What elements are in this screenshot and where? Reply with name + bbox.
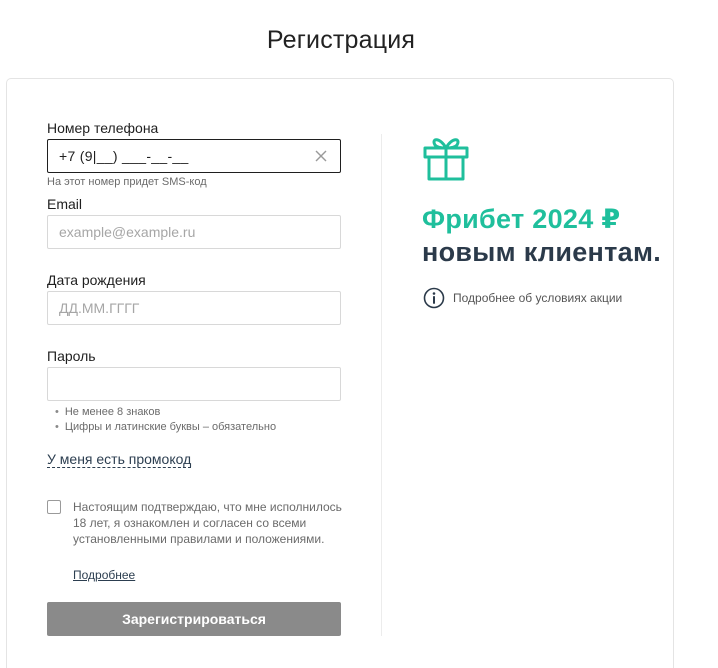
- phone-value: +7 (9|__) ___-__-__: [59, 148, 189, 164]
- phone-input[interactable]: +7 (9|__) ___-__-__: [47, 139, 341, 173]
- close-icon[interactable]: [314, 149, 328, 163]
- registration-page: Регистрация Номер телефона +7 (9|__) ___…: [0, 0, 718, 668]
- promocode-link[interactable]: У меня есть промокод: [47, 451, 192, 468]
- birthdate-input[interactable]: ДД.ММ.ГГГГ: [47, 291, 341, 325]
- register-button[interactable]: Зарегистрироваться: [47, 602, 341, 636]
- email-label: Email: [47, 196, 83, 212]
- consent-checkbox[interactable]: [47, 500, 61, 514]
- consent-text: Настоящим подтверждаю, что мне исполнило…: [73, 500, 342, 546]
- promo-headline: Фрибет 2024 ₽: [422, 204, 621, 234]
- password-label: Пароль: [47, 348, 96, 364]
- password-rule: Не менее 8 знаков: [55, 405, 276, 420]
- password-rule: Цифры и латинские буквы – обязательно: [55, 420, 276, 435]
- password-rules: Не менее 8 знаков Цифры и латинские букв…: [55, 405, 276, 435]
- promo-terms-link[interactable]: Подробнее об условиях акции: [423, 287, 622, 309]
- birthdate-placeholder: ДД.ММ.ГГГГ: [59, 300, 140, 316]
- column-divider: [381, 134, 382, 636]
- info-icon: [423, 287, 445, 309]
- promo-subheadline: новым клиентам.: [422, 237, 662, 267]
- password-input[interactable]: [47, 367, 341, 401]
- gift-icon: [423, 138, 469, 181]
- phone-hint: На этот номер придет SMS-код: [47, 176, 207, 188]
- email-placeholder: example@example.ru: [59, 224, 196, 240]
- page-title: Регистрация: [266, 26, 416, 54]
- birthdate-label: Дата рождения: [47, 272, 146, 288]
- consent-more-link[interactable]: Подробнее: [73, 568, 135, 582]
- email-input[interactable]: example@example.ru: [47, 215, 341, 249]
- phone-label: Номер телефона: [47, 120, 159, 136]
- promo-terms-text: Подробнее об условиях акции: [453, 291, 623, 305]
